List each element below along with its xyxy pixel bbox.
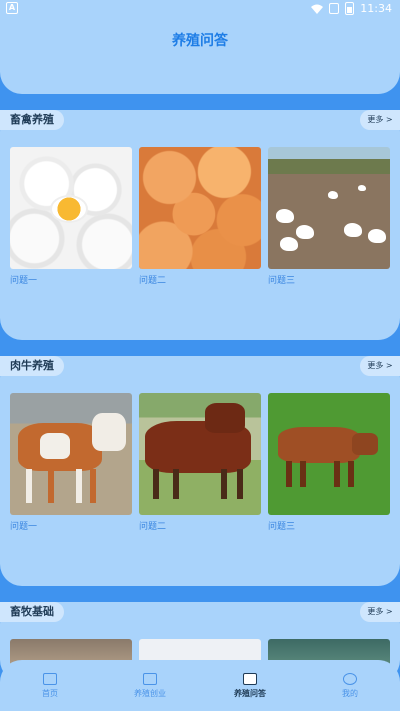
signal-icon bbox=[329, 3, 340, 14]
nav-mine[interactable]: 我的 bbox=[300, 660, 400, 711]
chickens-image bbox=[268, 147, 390, 269]
home-icon bbox=[43, 672, 57, 685]
nav-label: 首页 bbox=[42, 688, 58, 698]
nav-farming-qa[interactable]: 养殖问答 bbox=[200, 660, 300, 711]
brown-eggs-image bbox=[139, 147, 261, 269]
wifi-icon bbox=[311, 4, 324, 14]
status-bar: A 11:34 bbox=[0, 0, 400, 18]
card-caption: 问题二 bbox=[139, 276, 167, 286]
card-caption: 问题一 bbox=[10, 522, 38, 532]
card-caption: 问题三 bbox=[268, 276, 296, 286]
bottom-nav: 首页 养殖创业 养殖问答 我的 bbox=[0, 660, 400, 711]
more-button[interactable]: 更多 > bbox=[360, 356, 400, 376]
more-button[interactable]: 更多 > bbox=[360, 602, 400, 622]
red-bull-image bbox=[268, 393, 390, 515]
clock: 11:34 bbox=[360, 2, 392, 15]
card-caption: 问题三 bbox=[268, 522, 296, 532]
brown-bull-image bbox=[139, 393, 261, 515]
user-icon bbox=[343, 672, 357, 685]
page-header: 养殖问答 bbox=[0, 18, 400, 94]
qa-card[interactable]: 问题三 bbox=[268, 393, 390, 532]
nav-farming-business[interactable]: 养殖创业 bbox=[100, 660, 200, 711]
qa-card[interactable]: 问题一 bbox=[10, 393, 132, 532]
section-livestock-poultry: 畜禽养殖 更多 > 问题一 问题二 问题三 bbox=[0, 110, 400, 340]
white-eggs-image bbox=[10, 147, 132, 269]
qa-card[interactable]: 问题二 bbox=[139, 393, 261, 532]
card-caption: 问题一 bbox=[10, 276, 38, 286]
app-notification-icon: A bbox=[6, 2, 18, 14]
section-beef-cattle: 肉牛养殖 更多 > 问题一 问题二 问题三 bbox=[0, 356, 400, 586]
farm-icon bbox=[143, 672, 157, 685]
section-title: 畜牧基础 bbox=[0, 602, 64, 622]
qa-card[interactable]: 问题三 bbox=[268, 147, 390, 286]
nav-home[interactable]: 首页 bbox=[0, 660, 100, 711]
section-title: 肉牛养殖 bbox=[0, 356, 64, 376]
nav-label: 我的 bbox=[342, 688, 358, 698]
cattle-image bbox=[10, 393, 132, 515]
card-caption: 问题二 bbox=[139, 522, 167, 532]
qa-card[interactable]: 问题二 bbox=[139, 147, 261, 286]
qa-book-icon bbox=[243, 672, 257, 685]
more-button[interactable]: 更多 > bbox=[360, 110, 400, 130]
nav-label: 养殖创业 bbox=[134, 688, 166, 698]
page-title: 养殖问答 bbox=[172, 33, 228, 49]
section-title: 畜禽养殖 bbox=[0, 110, 64, 130]
qa-card[interactable]: 问题一 bbox=[10, 147, 132, 286]
battery-icon bbox=[345, 2, 355, 15]
nav-label: 养殖问答 bbox=[234, 688, 266, 698]
